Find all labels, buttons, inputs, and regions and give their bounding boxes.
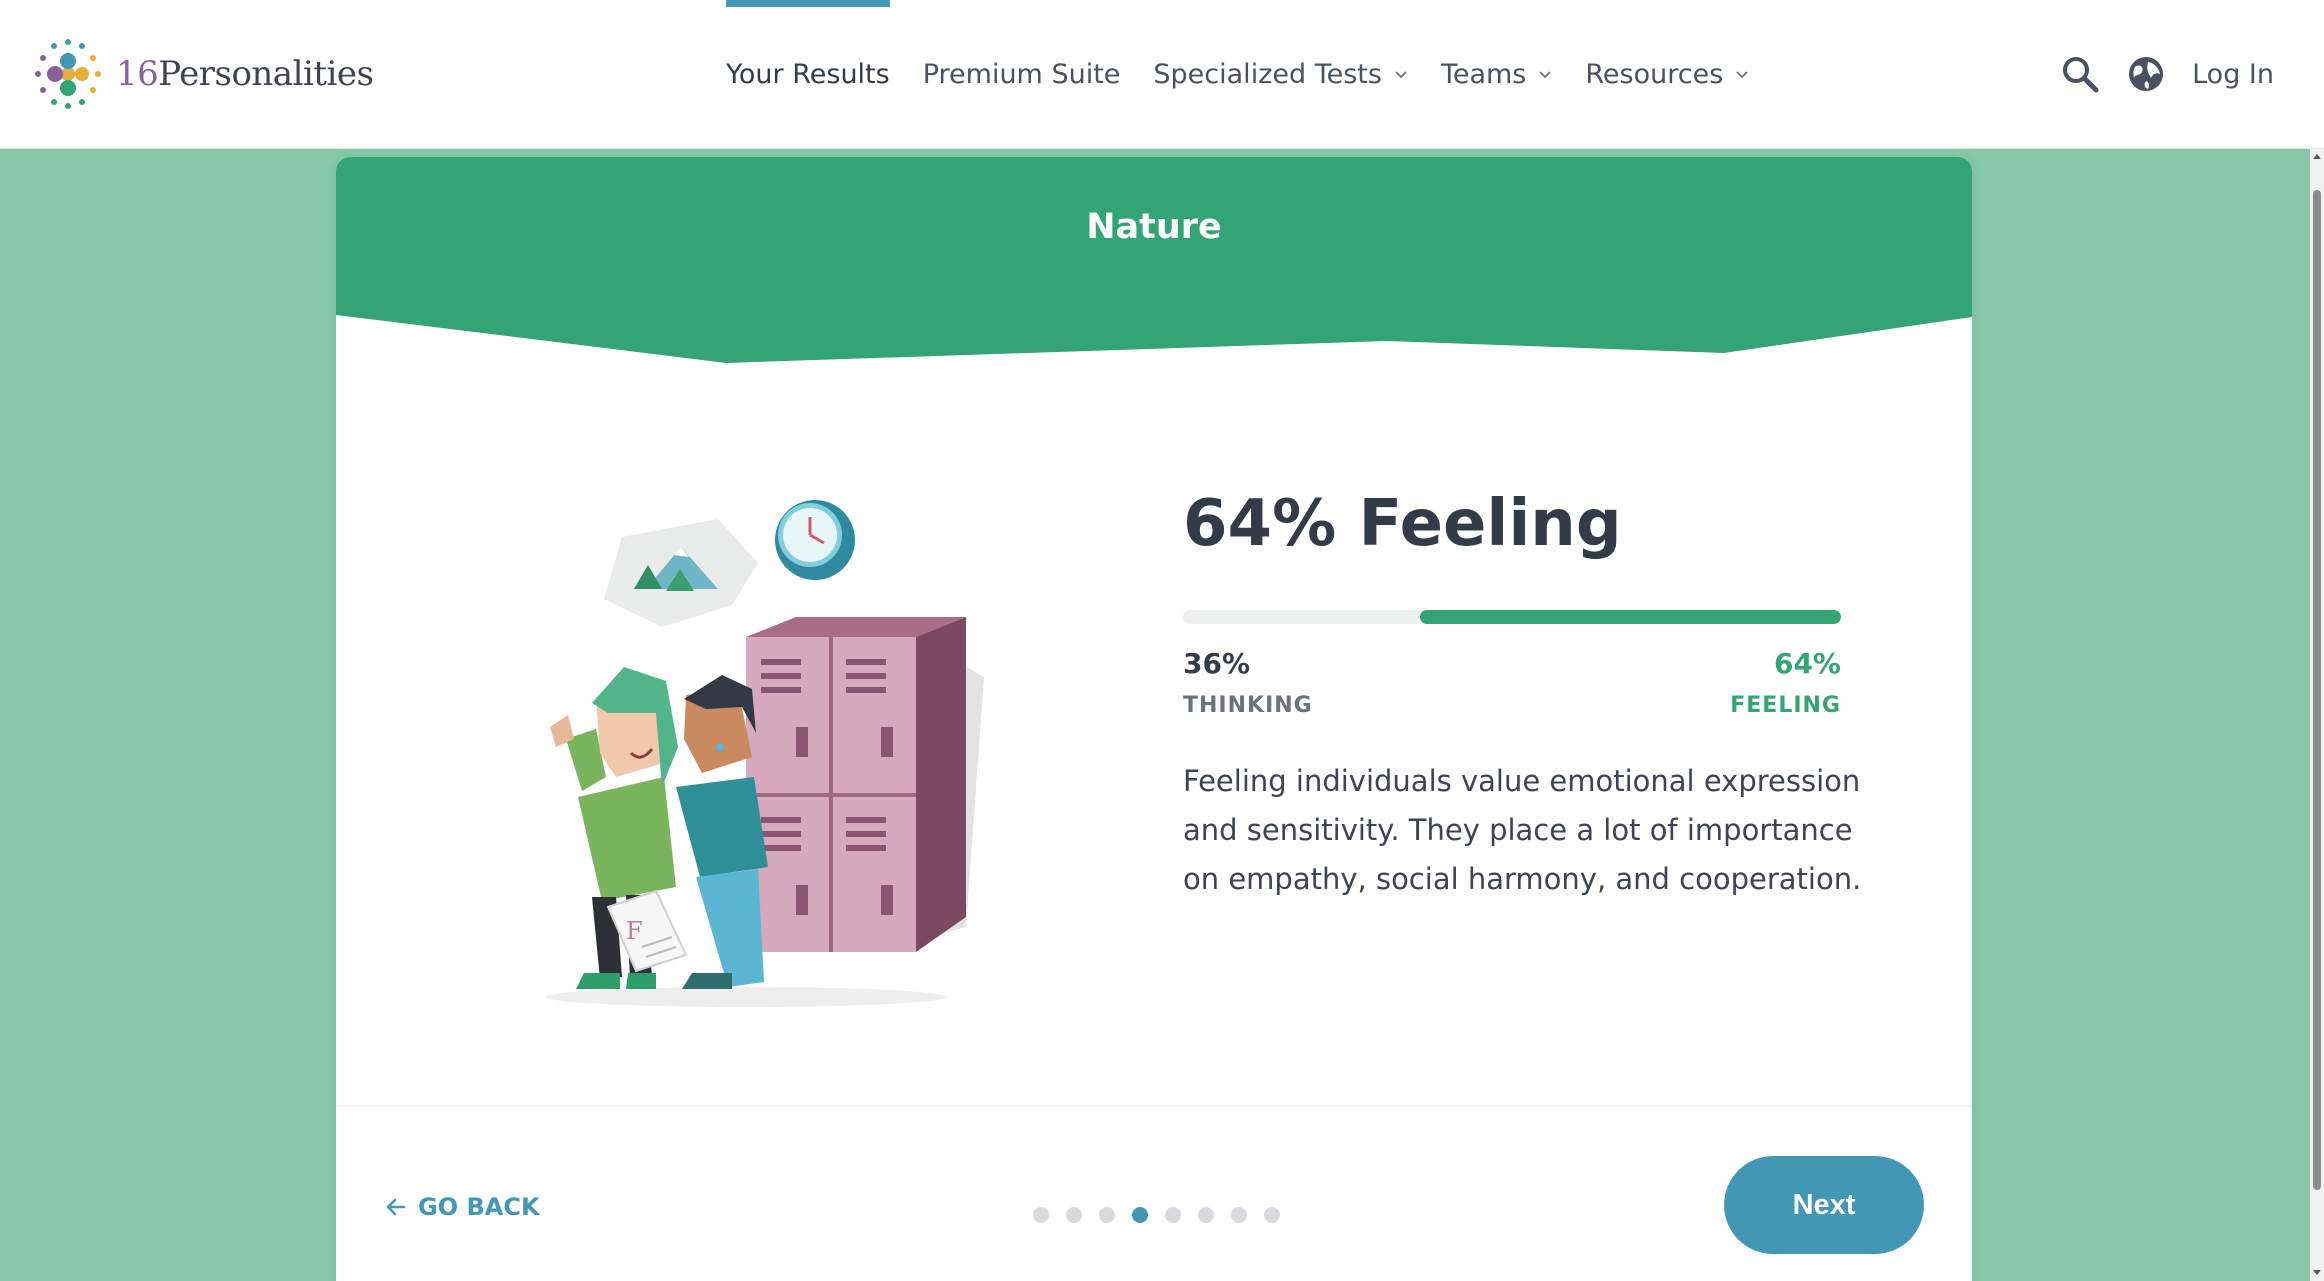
thinking-label: THINKING <box>1183 693 1313 718</box>
logo-dots-icon <box>35 39 101 109</box>
go-back-label: GO BACK <box>418 1193 540 1221</box>
nav-label: Premium Suite <box>922 58 1121 90</box>
nav-teams[interactable]: Teams <box>1441 0 1552 148</box>
pagination-dot[interactable] <box>1033 1207 1049 1223</box>
feeling-percent: 64% <box>1773 647 1841 680</box>
logo-number: 16 <box>116 54 159 94</box>
nav-label: Teams <box>1440 58 1527 90</box>
chevron-down-icon <box>1539 71 1552 79</box>
pagination-dots <box>1033 1207 1297 1223</box>
feeling-label: FEELING <box>1730 693 1841 718</box>
feeling-illustration: F <box>546 500 984 1007</box>
trait-progress-fill <box>1419 610 1841 624</box>
nav-label: Resources <box>1585 58 1724 90</box>
thinking-percent: 36% <box>1183 647 1251 680</box>
nav-premium-suite[interactable]: Premium Suite <box>923 0 1121 148</box>
pagination-dot[interactable] <box>1264 1207 1280 1223</box>
result-card: Nature F 64% Feeling 36% THINKING 64% FE… <box>336 157 1972 1281</box>
scroll-thumb[interactable] <box>2313 190 2321 1190</box>
header-tools: Log In <box>2060 0 2274 148</box>
arrow-left-icon <box>386 1198 406 1216</box>
card-header: Nature <box>336 157 1972 367</box>
nav-specialized-tests[interactable]: Specialized Tests <box>1153 0 1408 148</box>
nav-resources[interactable]: Resources <box>1585 0 1749 148</box>
go-back-button[interactable]: GO BACK <box>384 1193 540 1221</box>
trait-progress-bar <box>1183 610 1841 624</box>
nav-your-results[interactable]: Your Results <box>726 0 890 148</box>
search-icon[interactable] <box>2060 54 2100 94</box>
chevron-down-icon <box>1395 71 1407 79</box>
main-nav: Your Results Premium Suite Specialized T… <box>726 0 1782 148</box>
pagination-dot[interactable] <box>1231 1207 1247 1223</box>
pagination-dot[interactable] <box>1132 1207 1148 1223</box>
trait-description: Feeling individuals value emotional expr… <box>1183 764 1862 896</box>
pagination-dot[interactable] <box>1099 1207 1115 1223</box>
chevron-down-icon <box>1736 71 1748 79</box>
scroll-down-arrow-icon[interactable] <box>2310 1265 2324 1279</box>
pagination-dot[interactable] <box>1066 1207 1082 1223</box>
login-link[interactable]: Log In <box>2192 59 2274 90</box>
trait-headline: 64% Feeling <box>1183 487 1622 561</box>
logo[interactable]: 16Personalities <box>30 36 374 112</box>
next-button[interactable]: Next <box>1724 1156 1924 1254</box>
card-header-banner <box>336 157 1972 363</box>
globe-icon[interactable] <box>2126 54 2166 94</box>
svg-text:F: F <box>626 917 643 945</box>
top-navigation-bar: 16Personalities Your Results Premium Sui… <box>0 0 2324 149</box>
card-title: Nature <box>1086 207 1222 247</box>
logo-word: Personalities <box>158 54 374 94</box>
nav-label: Specialized Tests <box>1153 58 1382 90</box>
pagination-dot[interactable] <box>1198 1207 1214 1223</box>
page-scrollbar[interactable] <box>2310 148 2324 1281</box>
scroll-up-arrow-icon[interactable] <box>2310 150 2324 164</box>
pagination-dot[interactable] <box>1165 1207 1181 1223</box>
logo-text: 16Personalities <box>116 54 374 94</box>
card-footer: GO BACK Next <box>336 1105 1972 1281</box>
nav-label: Your Results <box>726 58 890 90</box>
